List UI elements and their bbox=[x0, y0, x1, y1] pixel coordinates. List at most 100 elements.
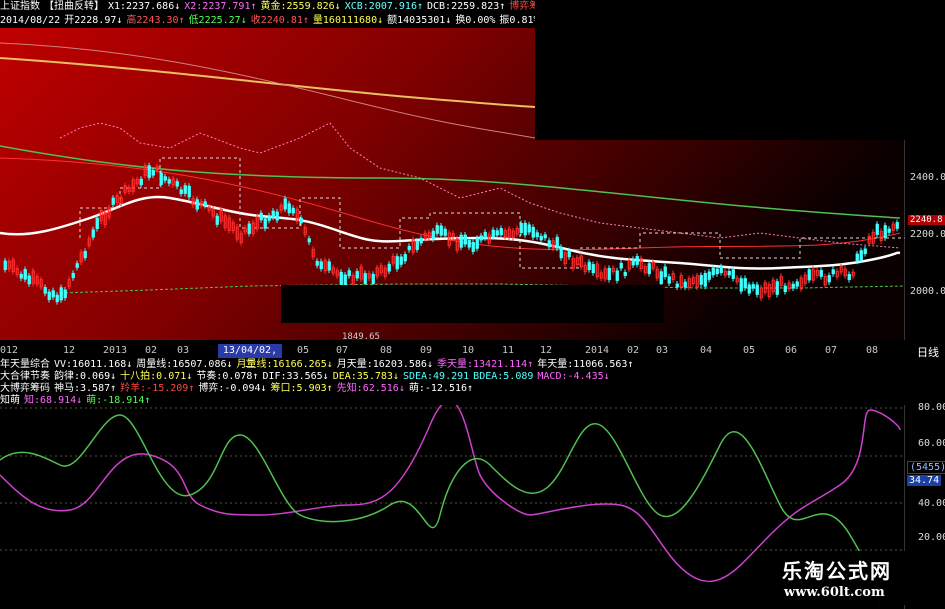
date-tick: 012 bbox=[0, 345, 19, 356]
oscillator-line-green bbox=[0, 414, 881, 606]
candle-body bbox=[71, 272, 75, 279]
candle-body bbox=[883, 225, 887, 239]
indicator-field: 月天量:16203.586↓ bbox=[336, 359, 433, 370]
candle-body bbox=[431, 230, 435, 240]
candle-body bbox=[159, 172, 163, 185]
candle-body bbox=[111, 197, 115, 205]
quote-field: 低2225.27↓ bbox=[188, 15, 247, 26]
candle-body bbox=[707, 271, 711, 280]
candle-body bbox=[543, 234, 547, 239]
candle-body bbox=[315, 260, 319, 266]
candle-body bbox=[215, 215, 219, 225]
candle-body bbox=[387, 263, 391, 272]
candle-body bbox=[631, 259, 635, 266]
date-axis: 012 12 2013 02 03 05 07 08 09 10 11 12 2… bbox=[0, 344, 945, 358]
candle-body bbox=[443, 228, 447, 236]
low-price-label: 1849.65 bbox=[342, 332, 380, 342]
candle-body bbox=[555, 236, 559, 249]
candle-body bbox=[399, 256, 403, 265]
candle-body bbox=[747, 284, 751, 294]
candle-body bbox=[283, 198, 287, 210]
indicator-field: 筹口:5.903↑ bbox=[270, 383, 333, 394]
candle-body bbox=[355, 271, 359, 279]
oscillator-value-box: (5455) bbox=[907, 461, 945, 474]
indicator-field: VV:16011.168↓ bbox=[54, 359, 133, 370]
indicator-field: 十八拍:0.071↓ bbox=[120, 371, 193, 382]
quote-field: 收2240.81↑ bbox=[250, 15, 309, 26]
candle-body bbox=[807, 269, 811, 281]
indicator-field: 神马:3.587↑ bbox=[54, 383, 117, 394]
candle-body bbox=[567, 250, 571, 258]
candle-body bbox=[291, 207, 295, 214]
candle-body bbox=[819, 269, 823, 277]
indicator-field: 节奏:0.078↑ bbox=[196, 371, 259, 382]
candle-body bbox=[791, 283, 795, 289]
title-field: XCB:2007.916↑ bbox=[344, 1, 423, 12]
candle-body bbox=[319, 261, 323, 270]
osc-tick: 60.00 bbox=[918, 438, 945, 449]
date-tick: 07 bbox=[825, 345, 838, 356]
quote-field: 量160111680↓ bbox=[312, 15, 384, 26]
candle-body bbox=[635, 256, 639, 265]
title-field: X1:2237.686↓ bbox=[108, 1, 181, 12]
candle-body bbox=[615, 270, 619, 281]
candle-body bbox=[151, 170, 155, 176]
candle-body bbox=[855, 253, 859, 262]
candle-body bbox=[139, 178, 143, 186]
indicator-field: BDEA:5.089 bbox=[473, 371, 534, 382]
candle-body bbox=[55, 294, 59, 303]
quote-row: 2014/08/22 开2228.97↓ 高2243.30↑ 低2225.27↓ 收22… bbox=[0, 14, 558, 27]
candle-body bbox=[667, 276, 671, 284]
candle-body bbox=[467, 240, 471, 248]
candle-body bbox=[435, 225, 439, 234]
candle-body bbox=[731, 269, 735, 279]
candle-body bbox=[203, 201, 207, 206]
candle-body bbox=[307, 238, 311, 243]
indicator-field: 年天量综合 bbox=[0, 359, 50, 370]
candle-body bbox=[363, 273, 367, 285]
candle-body bbox=[675, 283, 679, 288]
candle-body bbox=[703, 273, 707, 287]
candle-body bbox=[271, 210, 275, 218]
candle-body bbox=[419, 237, 423, 244]
candle-body bbox=[831, 269, 835, 275]
candle-body bbox=[43, 287, 47, 294]
candle-body bbox=[147, 165, 151, 178]
watermark-logo: 乐淘公式网 www.60lt.com bbox=[766, 551, 941, 605]
indicator-field: 周量线:16507.086↓ bbox=[136, 359, 233, 370]
candle-body bbox=[339, 271, 343, 286]
candle-body bbox=[459, 234, 463, 248]
candle-body bbox=[395, 256, 399, 270]
candle-body bbox=[47, 291, 51, 300]
candle-body bbox=[463, 234, 467, 245]
candle-body bbox=[475, 237, 479, 249]
period-selector[interactable]: 日线 bbox=[917, 344, 939, 360]
indicator-field: 韵律:0.069↓ bbox=[54, 371, 117, 382]
candle-body bbox=[347, 270, 351, 277]
candle-body bbox=[471, 242, 475, 252]
indicator-field: MACD:-4.435↓ bbox=[537, 371, 610, 382]
candle-body bbox=[519, 223, 523, 234]
candle-body bbox=[739, 278, 743, 292]
quote-field: 开2228.97↓ bbox=[64, 15, 123, 26]
date-tick: 08 bbox=[380, 345, 393, 356]
candle-body bbox=[63, 289, 67, 299]
date-tick: 2014 bbox=[585, 345, 610, 356]
candle-body bbox=[3, 260, 7, 270]
date-tick: 06 bbox=[785, 345, 798, 356]
candle-body bbox=[275, 211, 279, 221]
candle-body bbox=[195, 199, 199, 210]
oscillator-line-magenta bbox=[0, 405, 901, 583]
candle-body bbox=[719, 266, 723, 273]
candle-body bbox=[267, 215, 271, 221]
candle-body bbox=[95, 217, 99, 229]
candle-body bbox=[167, 179, 171, 184]
indicator-field: SDEA:49.291 bbox=[402, 371, 470, 382]
quote-field: 换0.00% bbox=[455, 15, 496, 26]
candle-body bbox=[371, 274, 375, 284]
date-tick: 12 bbox=[540, 345, 553, 356]
redacted-area bbox=[281, 285, 664, 323]
candle-body bbox=[327, 261, 331, 271]
quote-field: 2014/08/22 bbox=[0, 15, 61, 26]
last-price-tag: 2240.8 bbox=[908, 215, 945, 225]
